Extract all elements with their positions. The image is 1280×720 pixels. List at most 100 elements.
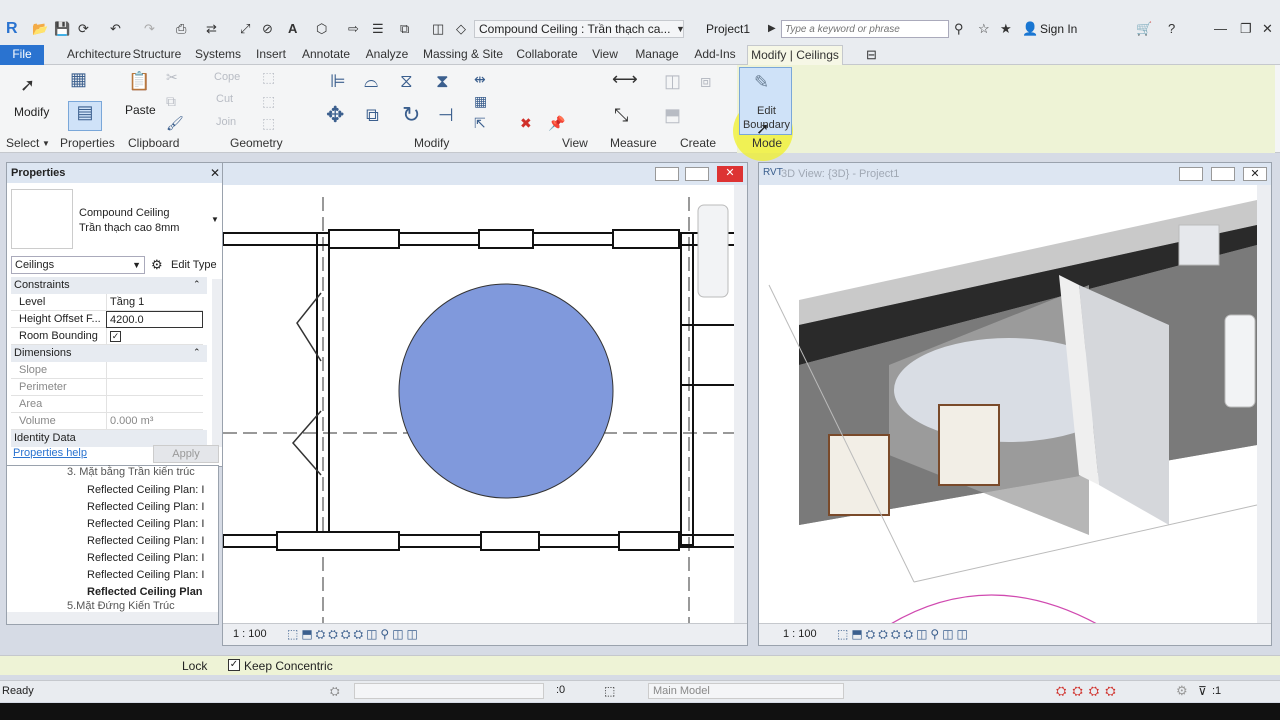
delete-icon[interactable]: ✖ bbox=[520, 113, 532, 133]
user-icon[interactable]: 👤 bbox=[1022, 20, 1038, 38]
close-icon[interactable]: ✕ bbox=[1243, 167, 1267, 181]
sign-in-link[interactable]: Sign In bbox=[1040, 20, 1077, 38]
ceiling-plan-view[interactable]: ✕ 1 : 100 ⬚⬒⛭⛭⛭⛭◫⚲◫◫ bbox=[222, 162, 748, 646]
tab-systems[interactable]: Systems bbox=[194, 45, 242, 65]
dimension-icon[interactable]: ⤢ bbox=[240, 20, 250, 38]
minimize-icon[interactable] bbox=[1179, 167, 1203, 181]
redo-icon[interactable]: ↷ bbox=[144, 20, 155, 38]
pin-icon[interactable]: 📌 bbox=[548, 113, 565, 133]
design-option-combo[interactable]: Main Model bbox=[648, 683, 844, 699]
minimize-icon[interactable]: — bbox=[1214, 20, 1227, 38]
tab-collaborate[interactable]: Collaborate bbox=[514, 45, 580, 65]
vertical-scrollbar[interactable] bbox=[734, 185, 747, 625]
tab-architecture[interactable]: Architecture bbox=[54, 45, 144, 65]
close-icon[interactable]: ✕ bbox=[1262, 20, 1273, 38]
close-icon[interactable]: ✕ bbox=[717, 166, 743, 182]
panel-toggle-icon[interactable]: ⊟ bbox=[866, 46, 877, 64]
browser-folder[interactable]: 3. Mặt bằng Trần kiến trúc bbox=[67, 466, 195, 478]
offset-icon[interactable]: ⌓ bbox=[364, 71, 378, 91]
type-family[interactable]: Compound Ceiling bbox=[79, 207, 170, 219]
worksets-icon[interactable]: ⛭ bbox=[330, 684, 340, 699]
browser-folder[interactable]: 5.Mặt Đứng Kiến Trúc bbox=[67, 600, 175, 612]
properties-toggle-icon[interactable]: ▤ bbox=[68, 101, 102, 131]
tab-file[interactable]: File bbox=[0, 45, 44, 65]
tag-icon[interactable]: ⊘ bbox=[262, 20, 273, 38]
section-dimensions[interactable]: Dimensions bbox=[11, 345, 207, 362]
sync-icon[interactable]: ⟳ bbox=[78, 20, 89, 38]
edit-type-button[interactable]: Edit Type bbox=[171, 259, 217, 271]
print-icon[interactable]: ⎙ bbox=[176, 20, 186, 38]
undo-icon[interactable]: ↶ bbox=[110, 20, 121, 38]
tree-item[interactable]: Reflected Ceiling Plan: I bbox=[87, 499, 204, 515]
subscription-icon[interactable]: ☆ bbox=[978, 20, 990, 38]
section-constraints[interactable]: Constraints bbox=[11, 277, 207, 294]
cart-icon[interactable]: 🛒 bbox=[1136, 20, 1152, 38]
type-name[interactable]: Trần thạch cao 8mm bbox=[79, 222, 179, 234]
view-controls-icon[interactable]: ⬚⬒⛭⛭⛭⛭◫⚲◫◫ bbox=[837, 627, 971, 642]
chevron-down-icon[interactable]: ▼ bbox=[676, 20, 685, 38]
align-icon[interactable]: ⊫ bbox=[330, 71, 346, 91]
split-icon[interactable]: ⇹ bbox=[474, 69, 486, 89]
tab-annotate[interactable]: Annotate bbox=[300, 45, 352, 65]
tree-item[interactable]: Reflected Ceiling Plan: I bbox=[87, 533, 204, 549]
copy-element-icon[interactable]: ⧉ bbox=[366, 105, 379, 125]
height-offset-input[interactable]: 4200.0 bbox=[106, 311, 203, 328]
restore-icon[interactable]: ❐ bbox=[1240, 20, 1252, 38]
gear-icon[interactable]: ⚙ bbox=[1176, 683, 1188, 699]
3d-view-icon[interactable]: ⬡ bbox=[316, 20, 327, 38]
measure-icon[interactable]: ⟷ bbox=[612, 69, 638, 89]
room-bounding-checkbox[interactable]: ✓ bbox=[106, 328, 203, 345]
tab-add-ins[interactable]: Add-Ins bbox=[692, 45, 738, 65]
search-input[interactable] bbox=[781, 20, 949, 38]
panel-select[interactable]: Select bbox=[6, 136, 39, 150]
chevron-down-icon[interactable]: ▼ bbox=[211, 215, 219, 224]
filter-icon[interactable]: ⊽ bbox=[1198, 684, 1207, 698]
help-icon[interactable]: ? bbox=[1168, 20, 1175, 38]
match-properties-icon[interactable]: 🖌 bbox=[166, 113, 184, 133]
tab-modify-ceilings[interactable]: Modify | Ceilings bbox=[747, 45, 843, 66]
move-icon[interactable]: ✥ bbox=[326, 104, 344, 126]
rotate-icon[interactable]: ↻ bbox=[402, 104, 420, 126]
save-icon[interactable]: 💾 bbox=[54, 20, 70, 38]
workset-combo[interactable] bbox=[354, 683, 544, 699]
design-options-icon[interactable]: ⬚ bbox=[604, 684, 615, 698]
paste-label[interactable]: Paste bbox=[125, 103, 156, 117]
family-icon[interactable]: ◇ bbox=[456, 20, 466, 38]
type-properties-icon[interactable]: ▦ bbox=[70, 69, 87, 89]
selection-tools-icon[interactable]: ⛭⛭⛭⛭ bbox=[1056, 683, 1122, 699]
favorites-icon[interactable]: ★ bbox=[1000, 20, 1012, 38]
view-controls-icon[interactable]: ⬚⬒⛭⛭⛭⛭◫⚲◫◫ bbox=[287, 627, 421, 642]
open-icon[interactable]: 📂 bbox=[32, 20, 48, 38]
lock-option[interactable]: Lock bbox=[182, 659, 207, 673]
tab-view[interactable]: View bbox=[590, 45, 620, 65]
minimize-icon[interactable] bbox=[655, 167, 679, 181]
close-icon[interactable]: ✕ bbox=[210, 166, 220, 180]
measure-qat-icon[interactable]: ⇄ bbox=[206, 20, 217, 38]
text-icon[interactable]: A bbox=[288, 20, 297, 38]
array-icon[interactable]: ▦ bbox=[474, 91, 487, 111]
modify-button[interactable]: ➚ Modify bbox=[4, 67, 52, 135]
revit-logo[interactable]: R bbox=[6, 20, 18, 38]
tree-item[interactable]: Reflected Ceiling Plan: I bbox=[87, 567, 204, 583]
section-icon[interactable]: ⇨ bbox=[348, 20, 359, 38]
properties-scrollbar[interactable] bbox=[212, 279, 222, 447]
tab-manage[interactable]: Manage bbox=[632, 45, 682, 65]
keep-concentric-checkbox[interactable]: ✓ bbox=[228, 659, 240, 671]
thin-lines-icon[interactable]: ☰ bbox=[372, 20, 384, 38]
mirror-axis-icon[interactable]: ⧖ bbox=[400, 71, 413, 91]
edit-type-icon[interactable]: ⚙ bbox=[151, 257, 163, 273]
apply-button[interactable]: Apply bbox=[153, 445, 219, 463]
tree-item[interactable]: Reflected Ceiling Plan: I bbox=[87, 550, 204, 566]
properties-help-link[interactable]: Properties help bbox=[13, 447, 87, 459]
view-scale[interactable]: 1 : 100 bbox=[783, 628, 817, 640]
tree-item[interactable]: Reflected Ceiling Plan: I bbox=[87, 482, 204, 498]
tab-insert[interactable]: Insert bbox=[254, 45, 288, 65]
clipboard-icon[interactable]: 📋 bbox=[128, 71, 150, 91]
category-filter[interactable]: Ceilings ▼ bbox=[11, 256, 145, 274]
tab-structure[interactable]: Structure bbox=[132, 45, 182, 65]
tree-item-selected[interactable]: Reflected Ceiling Plan bbox=[87, 584, 203, 600]
mirror-draw-icon[interactable]: ⧗ bbox=[436, 71, 449, 91]
collapse-icon[interactable]: ⌃ bbox=[193, 347, 201, 358]
type-selector-combo[interactable]: Compound Ceiling : Trần thạch ca... bbox=[474, 20, 684, 38]
vertical-scrollbar[interactable] bbox=[1257, 185, 1271, 625]
